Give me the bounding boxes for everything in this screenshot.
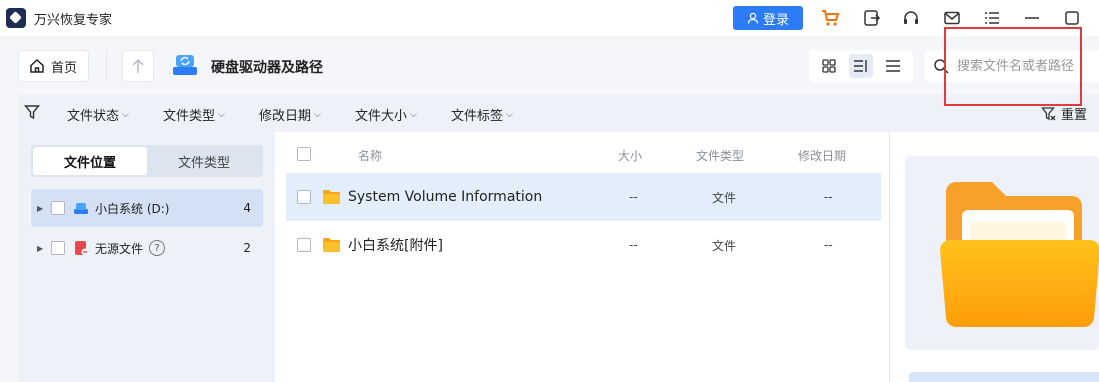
row-checkbox[interactable]	[297, 190, 311, 204]
view-mode-switcher	[809, 50, 913, 82]
file-modified: --	[824, 238, 833, 252]
cart-icon[interactable]	[818, 6, 842, 30]
maximize-icon[interactable]	[1060, 6, 1084, 30]
arrow-up-icon	[132, 58, 144, 73]
detail-view-icon[interactable]	[849, 54, 873, 78]
drive-icon	[73, 200, 89, 216]
row-checkbox[interactable]	[297, 238, 311, 252]
checkbox[interactable]	[51, 241, 65, 255]
headset-icon[interactable]	[899, 6, 923, 30]
file-type: 文件	[712, 190, 737, 205]
file-type: 文件	[712, 238, 737, 253]
file-size: --	[629, 238, 638, 252]
help-icon[interactable]: ?	[149, 240, 166, 256]
login-label: 登录	[762, 12, 789, 28]
home-button[interactable]: 首页	[18, 50, 89, 82]
home-icon	[30, 58, 44, 73]
nav-divider	[106, 50, 107, 82]
filter-file-type[interactable]: 文件类型 ⌵	[163, 105, 225, 124]
preview-card	[905, 156, 1099, 350]
search-box	[925, 50, 1099, 82]
column-header-size[interactable]: 大小	[618, 147, 642, 164]
export-icon[interactable]	[860, 6, 884, 30]
column-header-name[interactable]: 名称	[358, 147, 382, 164]
folder-icon	[322, 189, 341, 205]
folder-icon	[322, 237, 341, 253]
sidebar-item-drive-d[interactable]: ▶ 小白系统 (D:) 4	[31, 189, 263, 227]
page-title: 硬盘驱动器及路径	[211, 60, 323, 76]
lost-files-icon	[73, 240, 89, 256]
filter-file-status[interactable]: 文件状态 ⌵	[67, 105, 129, 124]
filter-modified-date[interactable]: 修改日期 ⌵	[259, 105, 321, 124]
item-count: 2	[243, 241, 251, 255]
navigation-bar: 首页 硬盘驱动器及路径	[0, 36, 1099, 94]
table-row[interactable]: 小白系统[附件] -- 文件 --	[286, 221, 881, 269]
list-view-icon[interactable]	[881, 54, 905, 78]
filter-file-size[interactable]: 文件大小 ⌵	[355, 105, 417, 124]
chevron-down-icon: ⌵	[314, 109, 321, 120]
expand-arrow-icon[interactable]: ▶	[37, 244, 49, 253]
chevron-down-icon: ⌵	[506, 109, 513, 120]
sidebar: 文件位置 文件类型 ▶ 小白系统 (D:) 4 ▶ 无源文件 ? 2	[19, 132, 275, 382]
sidebar-tabs: 文件位置 文件类型	[31, 145, 263, 177]
up-button[interactable]	[122, 50, 154, 82]
tab-file-type[interactable]: 文件类型	[147, 147, 261, 175]
app-title: 万兴恢复专家	[34, 13, 113, 28]
file-modified: --	[824, 190, 833, 204]
chevron-down-icon: ⌵	[122, 109, 129, 120]
app-logo-icon	[6, 8, 26, 28]
checkbox[interactable]	[51, 201, 65, 215]
column-header-type[interactable]: 文件类型	[696, 147, 744, 164]
reset-label: 重置	[1061, 108, 1088, 123]
minimize-icon[interactable]	[1020, 6, 1044, 30]
chevron-down-icon: ⌵	[410, 109, 417, 120]
login-button[interactable]: 登录	[733, 6, 803, 30]
file-size: --	[629, 190, 638, 204]
select-all-checkbox[interactable]	[297, 147, 311, 161]
preview-info-strip	[909, 372, 1099, 382]
folder-preview-icon	[940, 180, 1099, 334]
sidebar-item-label: 小白系统 (D:)	[95, 201, 170, 216]
search-input[interactable]	[957, 58, 1097, 74]
item-count: 4	[243, 201, 251, 215]
filter-file-tag[interactable]: 文件标签 ⌵	[451, 105, 513, 124]
home-label: 首页	[51, 60, 78, 76]
sidebar-item-lost-files[interactable]: ▶ 无源文件 ? 2	[31, 229, 263, 267]
expand-arrow-icon[interactable]: ▶	[37, 204, 49, 213]
chevron-down-icon: ⌵	[218, 109, 225, 120]
filter-icon[interactable]	[24, 104, 40, 124]
menu-icon[interactable]	[980, 6, 1004, 30]
reset-button[interactable]: 重置	[1041, 104, 1087, 123]
title-bar: 万兴恢复专家 登录	[0, 0, 1099, 36]
preview-panel	[890, 132, 1099, 382]
sidebar-item-label: 无源文件	[95, 241, 144, 256]
clear-filter-icon	[1041, 106, 1056, 120]
tab-file-location[interactable]: 文件位置	[33, 147, 147, 175]
user-icon	[747, 12, 759, 24]
file-name: System Volume Information	[348, 189, 543, 205]
mail-icon[interactable]	[940, 6, 964, 30]
file-list: 名称 大小 文件类型 修改日期 System Volume Informatio…	[275, 132, 889, 382]
column-header-modified[interactable]: 修改日期	[798, 147, 846, 164]
grid-view-icon[interactable]	[817, 54, 841, 78]
hard-drive-icon	[172, 53, 198, 77]
filter-bar: 文件状态 ⌵ 文件类型 ⌵ 修改日期 ⌵ 文件大小 ⌵ 文件标签 ⌵ 重置	[19, 94, 1099, 132]
file-name: 小白系统[附件]	[348, 238, 443, 254]
search-icon	[934, 59, 949, 74]
table-row[interactable]: System Volume Information -- 文件 --	[286, 173, 881, 221]
